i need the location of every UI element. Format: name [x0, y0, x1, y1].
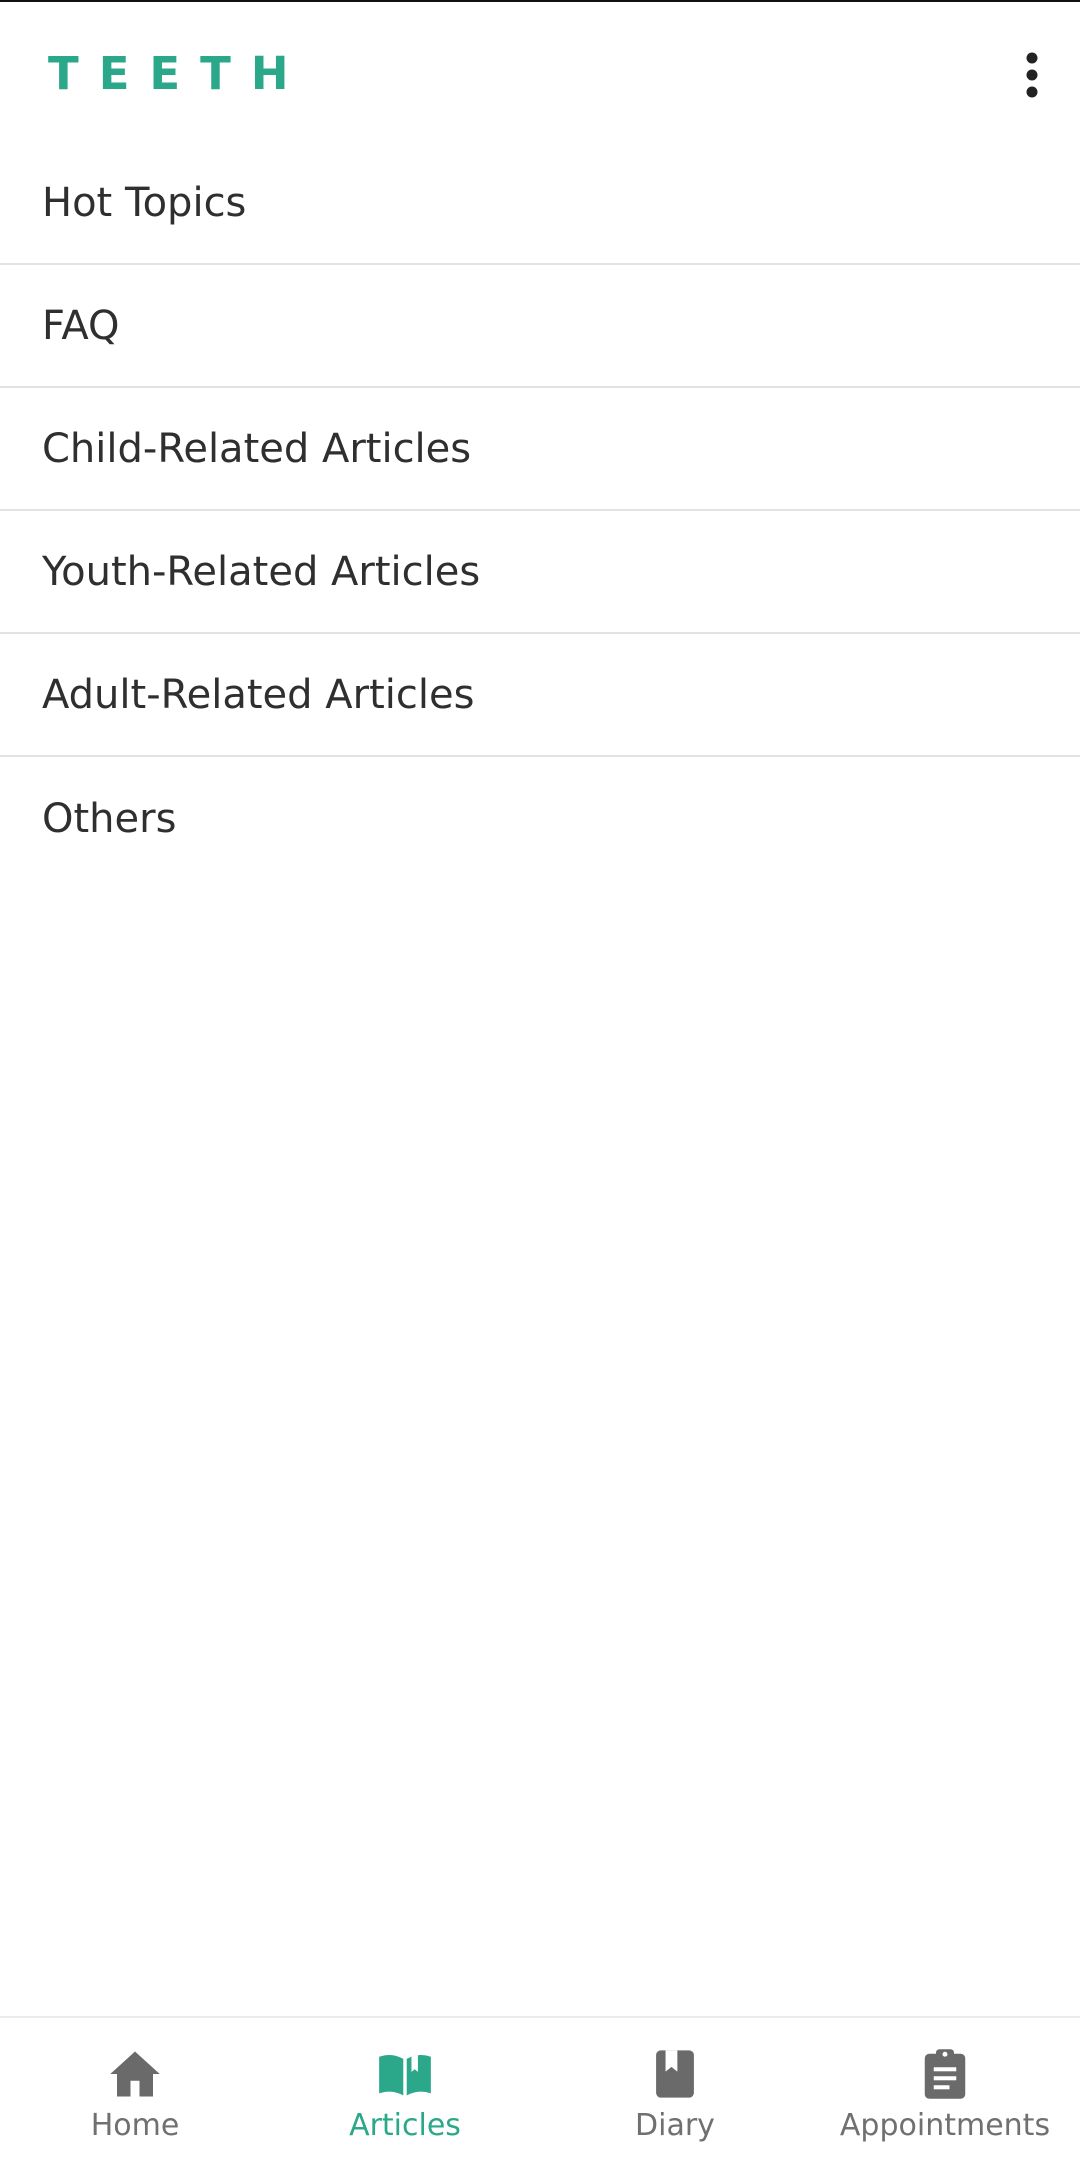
list-item-youth-related-articles[interactable]: Youth-Related Articles: [0, 511, 1080, 634]
nav-label: Diary: [635, 2108, 715, 2143]
list-item-label: Hot Topics: [42, 179, 247, 226]
list-item-label: Youth-Related Articles: [42, 548, 481, 595]
nav-item-diary[interactable]: Diary: [540, 2018, 810, 2160]
home-icon: [107, 2046, 163, 2102]
nav-label: Appointments: [839, 2108, 1051, 2143]
nav-label: Articles: [349, 2108, 461, 2143]
open-book-icon: [377, 2046, 433, 2102]
more-vertical-icon: [1026, 52, 1038, 98]
category-list: Hot Topics FAQ Child-Related Articles Yo…: [0, 142, 1080, 880]
clipboard-icon: [917, 2046, 973, 2102]
list-item-child-related-articles[interactable]: Child-Related Articles: [0, 388, 1080, 511]
diary-book-icon: [647, 2046, 703, 2102]
list-item-label: Others: [42, 795, 177, 842]
list-item-others[interactable]: Others: [0, 757, 1080, 880]
bottom-navigation: Home Articles Diary Appointments: [0, 2016, 1080, 2160]
overflow-menu-button[interactable]: [1002, 40, 1062, 110]
list-item-hot-topics[interactable]: Hot Topics: [0, 142, 1080, 265]
list-item-label: Child-Related Articles: [42, 425, 472, 472]
list-item-label: FAQ: [42, 302, 120, 349]
nav-item-articles[interactable]: Articles: [270, 2018, 540, 2160]
list-item-adult-related-articles[interactable]: Adult-Related Articles: [0, 634, 1080, 757]
nav-item-home[interactable]: Home: [0, 2018, 270, 2160]
nav-item-appointments[interactable]: Appointments: [810, 2018, 1080, 2160]
nav-label: Home: [90, 2108, 180, 2143]
list-item-faq[interactable]: FAQ: [0, 265, 1080, 388]
list-item-label: Adult-Related Articles: [42, 671, 475, 718]
app-bar: TEETH: [0, 2, 1080, 142]
app-title: TEETH: [48, 47, 309, 100]
